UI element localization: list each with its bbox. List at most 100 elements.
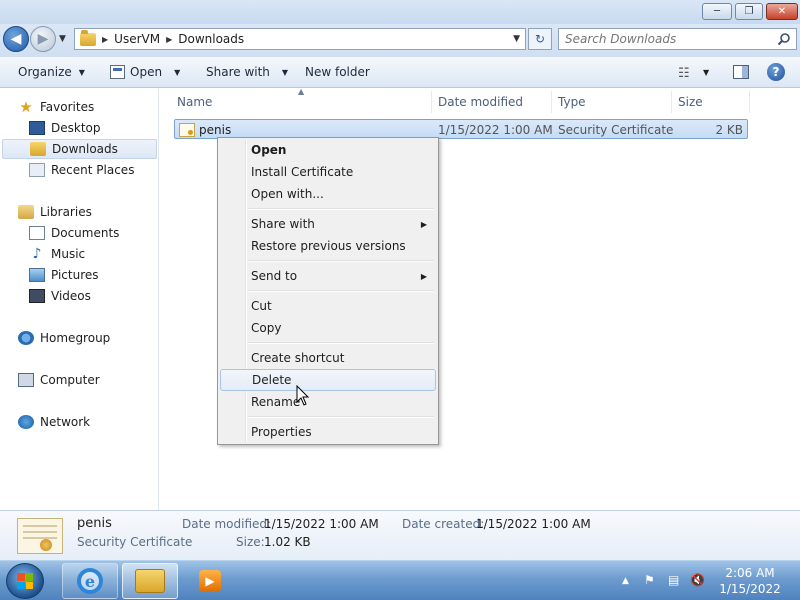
help-icon[interactable]: ? [767, 63, 785, 81]
sidebar-item-downloads[interactable]: Downloads [2, 139, 157, 159]
open-button[interactable]: Open ▼ [110, 65, 180, 79]
taskbar-internet-explorer[interactable]: e [62, 563, 118, 599]
menu-item-open[interactable]: Open [220, 139, 436, 161]
start-button[interactable] [6, 563, 44, 599]
system-clock[interactable]: 2:06 AM 1/15/2022 [712, 565, 788, 597]
media-player-icon: ▶ [199, 570, 221, 592]
volume-muted-icon[interactable]: 🔇 [690, 573, 705, 587]
change-view-icon[interactable]: ☷ [678, 66, 690, 81]
menu-item-open-with[interactable]: Open with... [220, 183, 436, 205]
organize-button[interactable]: Organize ▼ [18, 65, 85, 79]
network-tray-icon[interactable]: ▤ [668, 573, 679, 587]
menu-separator [248, 260, 434, 262]
menu-item-send-to[interactable]: Send to ▶ [220, 265, 436, 287]
sidebar-item-label: Homegroup [40, 331, 111, 345]
sidebar-item-label: Recent Places [51, 163, 135, 177]
menu-item-delete[interactable]: Delete [220, 369, 436, 391]
breadcrumb-separator[interactable]: ▶ [166, 35, 172, 44]
action-center-flag-icon[interactable]: ⚑ [644, 573, 655, 587]
menu-item-copy[interactable]: Copy [220, 317, 436, 339]
command-bar: Organize ▼ Open ▼ Share with ▼ New folde… [0, 57, 800, 88]
windows-logo-icon [17, 573, 33, 589]
sort-ascending-icon: ▲ [298, 87, 305, 96]
downloads-folder-icon [30, 142, 46, 156]
libraries-icon [18, 205, 34, 219]
details-pane: penis Security Certificate Date modified… [0, 510, 800, 560]
sidebar-item-label: Downloads [52, 142, 118, 156]
menu-item-restore-previous-versions[interactable]: Restore previous versions [220, 235, 436, 257]
documents-icon [29, 226, 45, 240]
refresh-button[interactable]: ↻ [528, 28, 552, 50]
search-box[interactable] [558, 28, 797, 50]
menu-item-create-shortcut[interactable]: Create shortcut [220, 347, 436, 369]
sidebar-item-label: Computer [40, 373, 100, 387]
desktop-icon [29, 121, 45, 135]
new-folder-button[interactable]: New folder [305, 65, 370, 79]
sidebar-item-label: Favorites [40, 100, 95, 114]
column-header-label: Size [678, 95, 703, 109]
chevron-down-icon[interactable]: ▼ [174, 68, 180, 77]
preview-pane-icon[interactable] [733, 65, 749, 79]
search-input[interactable] [565, 32, 775, 46]
sidebar-item-recent-places[interactable]: Recent Places [29, 160, 134, 180]
details-size-label: Size: [236, 535, 265, 549]
sidebar-item-pictures[interactable]: Pictures [29, 265, 99, 285]
minimize-button[interactable]: ─ [702, 3, 732, 20]
organize-label: Organize [18, 65, 72, 79]
forward-button[interactable]: ▶ [30, 26, 56, 52]
recent-pages-dropdown[interactable]: ▼ [59, 34, 66, 44]
column-header-size[interactable]: Size [672, 91, 750, 113]
sidebar-item-network[interactable]: Network [18, 412, 90, 432]
folder-icon [80, 29, 96, 46]
maximize-button[interactable]: ❐ [735, 3, 763, 20]
sidebar-item-music[interactable]: ♪ Music [29, 244, 86, 264]
details-date-modified: 1/15/2022 1:00 AM [264, 517, 379, 531]
music-icon: ♪ [32, 246, 42, 262]
show-hidden-icons-button[interactable]: ▲ [622, 576, 629, 586]
breadcrumb-separator[interactable]: ▶ [102, 35, 108, 44]
menu-item-label: Share with [251, 217, 315, 231]
column-header-type[interactable]: Type [552, 91, 672, 113]
share-with-button[interactable]: Share with ▼ [206, 65, 288, 79]
menu-item-properties[interactable]: Properties [220, 421, 436, 443]
sidebar-item-desktop[interactable]: Desktop [29, 118, 101, 138]
chevron-down-icon: ▼ [78, 67, 85, 77]
breadcrumb-uservm[interactable]: UserVM [114, 32, 160, 46]
breadcrumb-downloads[interactable]: Downloads [178, 32, 244, 46]
sidebar-item-libraries[interactable]: Libraries [18, 202, 92, 222]
taskbar: e ▶ ▲ ⚑ ▤ 🔇 2:06 AM 1/15/2022 [0, 560, 800, 600]
menu-item-install-certificate[interactable]: Install Certificate [220, 161, 436, 183]
address-dropdown[interactable]: ▼ [513, 34, 520, 44]
window-titlebar: ─ ❐ ✕ [0, 0, 800, 24]
menu-item-cut[interactable]: Cut [220, 295, 436, 317]
menu-item-rename[interactable]: Rename [220, 391, 436, 413]
menu-item-label: Send to [251, 269, 298, 283]
taskbar-windows-explorer[interactable] [122, 563, 178, 599]
details-size: 1.02 KB [264, 535, 311, 549]
menu-separator [248, 290, 434, 292]
internet-explorer-icon: e [77, 568, 103, 594]
view-options-dropdown[interactable]: ▼ [703, 68, 709, 77]
taskbar-media-player[interactable]: ▶ [182, 563, 238, 599]
clock-date: 1/15/2022 [719, 582, 781, 596]
file-size: 2 KB [715, 123, 743, 137]
menu-item-share-with[interactable]: Share with ▶ [220, 213, 436, 235]
sidebar-item-videos[interactable]: Videos [29, 286, 91, 306]
column-header-name[interactable]: Name ▲ [160, 87, 432, 113]
mouse-cursor-icon [296, 385, 310, 406]
column-header-date-modified[interactable]: Date modified [432, 91, 552, 113]
close-button[interactable]: ✕ [766, 3, 798, 20]
search-icon[interactable] [777, 32, 791, 46]
open-label: Open [130, 65, 163, 79]
sidebar-item-computer[interactable]: Computer [18, 370, 100, 390]
submenu-arrow-icon: ▶ [420, 271, 427, 281]
sidebar-item-label: Documents [51, 226, 120, 240]
sidebar-item-favorites[interactable]: ★ Favorites [18, 97, 94, 117]
back-button[interactable]: ◀ [3, 26, 29, 52]
sidebar-item-documents[interactable]: Documents [29, 223, 119, 243]
pictures-icon [29, 268, 45, 282]
sidebar-item-homegroup[interactable]: Homegroup [18, 328, 110, 348]
address-bar[interactable]: ▶ UserVM ▶ Downloads ▼ [74, 28, 526, 50]
share-with-label: Share with [206, 65, 270, 79]
file-row[interactable]: penis 1/15/2022 1:00 AM Security Certifi… [174, 119, 748, 139]
